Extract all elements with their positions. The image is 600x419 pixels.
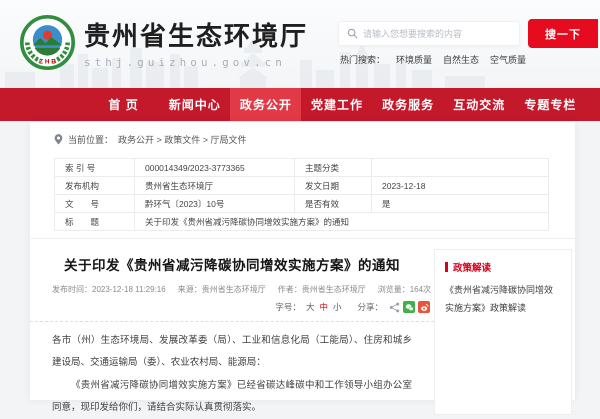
site-brand: Z H B 贵州省生态环境厅 sthj.guizhou.gov.cn: [20, 15, 308, 70]
search-input[interactable]: [363, 29, 511, 39]
nav-item-gov-open[interactable]: 政务公开: [230, 88, 301, 121]
paragraph: 各市（州）生态环境局、发展改革委（局）、工业和信息化局（工能局）、住房和城乡建设…: [52, 330, 412, 375]
breadcrumb-label: 当前位置：: [68, 133, 113, 146]
article-body: 各市（州）生态环境局、发展改革委（局）、工业和信息化局（工能局）、住房和城乡建设…: [30, 326, 434, 419]
main-nav: 首 页 新闻中心 政务公开 党建工作 政务服务 互动交流 专题专栏: [0, 88, 600, 121]
nav-item-news[interactable]: 新闻中心: [159, 88, 230, 121]
meta-value: 关于印发《贵州省减污降碳协同增效实施方案》的通知: [135, 213, 549, 231]
meta-label: 主题分类: [295, 159, 372, 177]
svg-text:Z H B: Z H B: [39, 59, 56, 66]
document-meta-table: 索 引 号 000014349/2023-3773365 主题分类 发布机构 贵…: [54, 158, 549, 231]
policy-link[interactable]: 《贵州省减污降碳协同增效实施方案》政策解读: [445, 282, 561, 317]
nav-item-home[interactable]: 首 页: [88, 88, 159, 121]
search-box[interactable]: [338, 21, 520, 46]
publish-time: 发布时间：2023-12-18 11:29:16: [52, 284, 166, 295]
nav-item-topics[interactable]: 专题专栏: [515, 88, 586, 121]
nav-item-party[interactable]: 党建工作: [301, 88, 372, 121]
meta-label: 标 题: [55, 213, 135, 231]
meta-value: 黔环气〔2023〕10号: [135, 195, 295, 213]
hot-search-item[interactable]: 环境质量: [396, 53, 432, 66]
meta-label: 发文日期: [295, 177, 372, 195]
author: 作者：贵州省生态环境厅: [278, 284, 366, 295]
source: 来源：贵州省生态环境厅: [178, 284, 266, 295]
meta-value: 2023-12-18: [372, 177, 549, 195]
breadcrumb: 当前位置： 政务公开 > 政策文件 > 厅局文件: [30, 122, 575, 155]
share-icon[interactable]: [388, 301, 400, 313]
meta-value: [372, 159, 549, 177]
red-accent-bar: [445, 262, 448, 272]
article-tools: 字号： 大 中 小 分享：: [30, 295, 434, 313]
nav-item-interaction[interactable]: 互动交流: [444, 88, 515, 121]
site-title: 贵州省生态环境厅: [84, 16, 308, 53]
dashed-divider: [30, 321, 434, 322]
hot-search-item[interactable]: 自然生态: [443, 53, 479, 66]
table-row: 索 引 号 000014349/2023-3773365 主题分类: [55, 159, 549, 177]
table-row: 文 号 黔环气〔2023〕10号 是否有效 是: [55, 195, 549, 213]
hot-search-item[interactable]: 空气质量: [490, 53, 526, 66]
share-label: 分享：: [357, 301, 383, 313]
meta-label: 索 引 号: [55, 159, 135, 177]
site-header: Z H B 贵州省生态环境厅 sthj.guizhou.gov.cn 搜一下 热…: [0, 0, 600, 88]
font-size-medium[interactable]: 中: [319, 301, 328, 313]
meta-value: 000014349/2023-3773365: [135, 159, 295, 177]
table-row: 发布机构 贵州省生态环境厅 发文日期 2023-12-18: [55, 177, 549, 195]
meta-label: 发布机构: [55, 177, 135, 195]
paragraph: 《贵州省减污降碳协同增效实施方案》已经省碳达峰碳中和工作领导小组办公室同意，现印…: [52, 375, 412, 419]
search-button[interactable]: 搜一下: [528, 19, 598, 48]
meta-value: 贵州省生态环境厅: [135, 177, 295, 195]
article-main: 关于印发《贵州省减污降碳协同增效实施方案》的通知 发布时间：2023-12-18…: [30, 239, 434, 419]
policy-panel-title: 政策解读: [453, 260, 491, 274]
font-size-small[interactable]: 小: [333, 301, 342, 313]
wechat-share-icon[interactable]: [403, 301, 415, 313]
weibo-share-icon[interactable]: [418, 301, 430, 313]
agency-logo: Z H B: [20, 15, 75, 70]
content-card: 当前位置： 政务公开 > 政策文件 > 厅局文件 索 引 号 000014349/…: [30, 122, 575, 400]
article-meta: 发布时间：2023-12-18 11:29:16 来源：贵州省生态环境厅 作者：…: [30, 284, 434, 295]
view-count: 浏览量：164次: [378, 284, 431, 295]
page-background: 当前位置： 政务公开 > 政策文件 > 厅局文件 索 引 号 000014349/…: [0, 121, 600, 400]
meta-label: 文 号: [55, 195, 135, 213]
policy-interpretation-panel: 政策解读 《贵州省减污降碳协同增效实施方案》政策解读: [434, 249, 572, 415]
font-size-label: 字号：: [275, 301, 301, 313]
breadcrumb-path[interactable]: 政务公开 > 政策文件 > 厅局文件: [118, 133, 247, 146]
meta-value: 是: [372, 195, 549, 213]
hot-search-label: 热门搜索：: [340, 53, 385, 66]
article-title: 关于印发《贵州省减污降碳协同增效实施方案》的通知: [40, 254, 424, 274]
font-size-large[interactable]: 大: [306, 301, 315, 313]
search-icon: [347, 28, 358, 39]
site-url: sthj.guizhou.gov.cn: [84, 56, 308, 69]
nav-item-services[interactable]: 政务服务: [373, 88, 444, 121]
meta-label: 是否有效: [295, 195, 372, 213]
table-row: 标 题 关于印发《贵州省减污降碳协同增效实施方案》的通知: [55, 213, 549, 231]
location-pin-icon: [54, 134, 63, 145]
